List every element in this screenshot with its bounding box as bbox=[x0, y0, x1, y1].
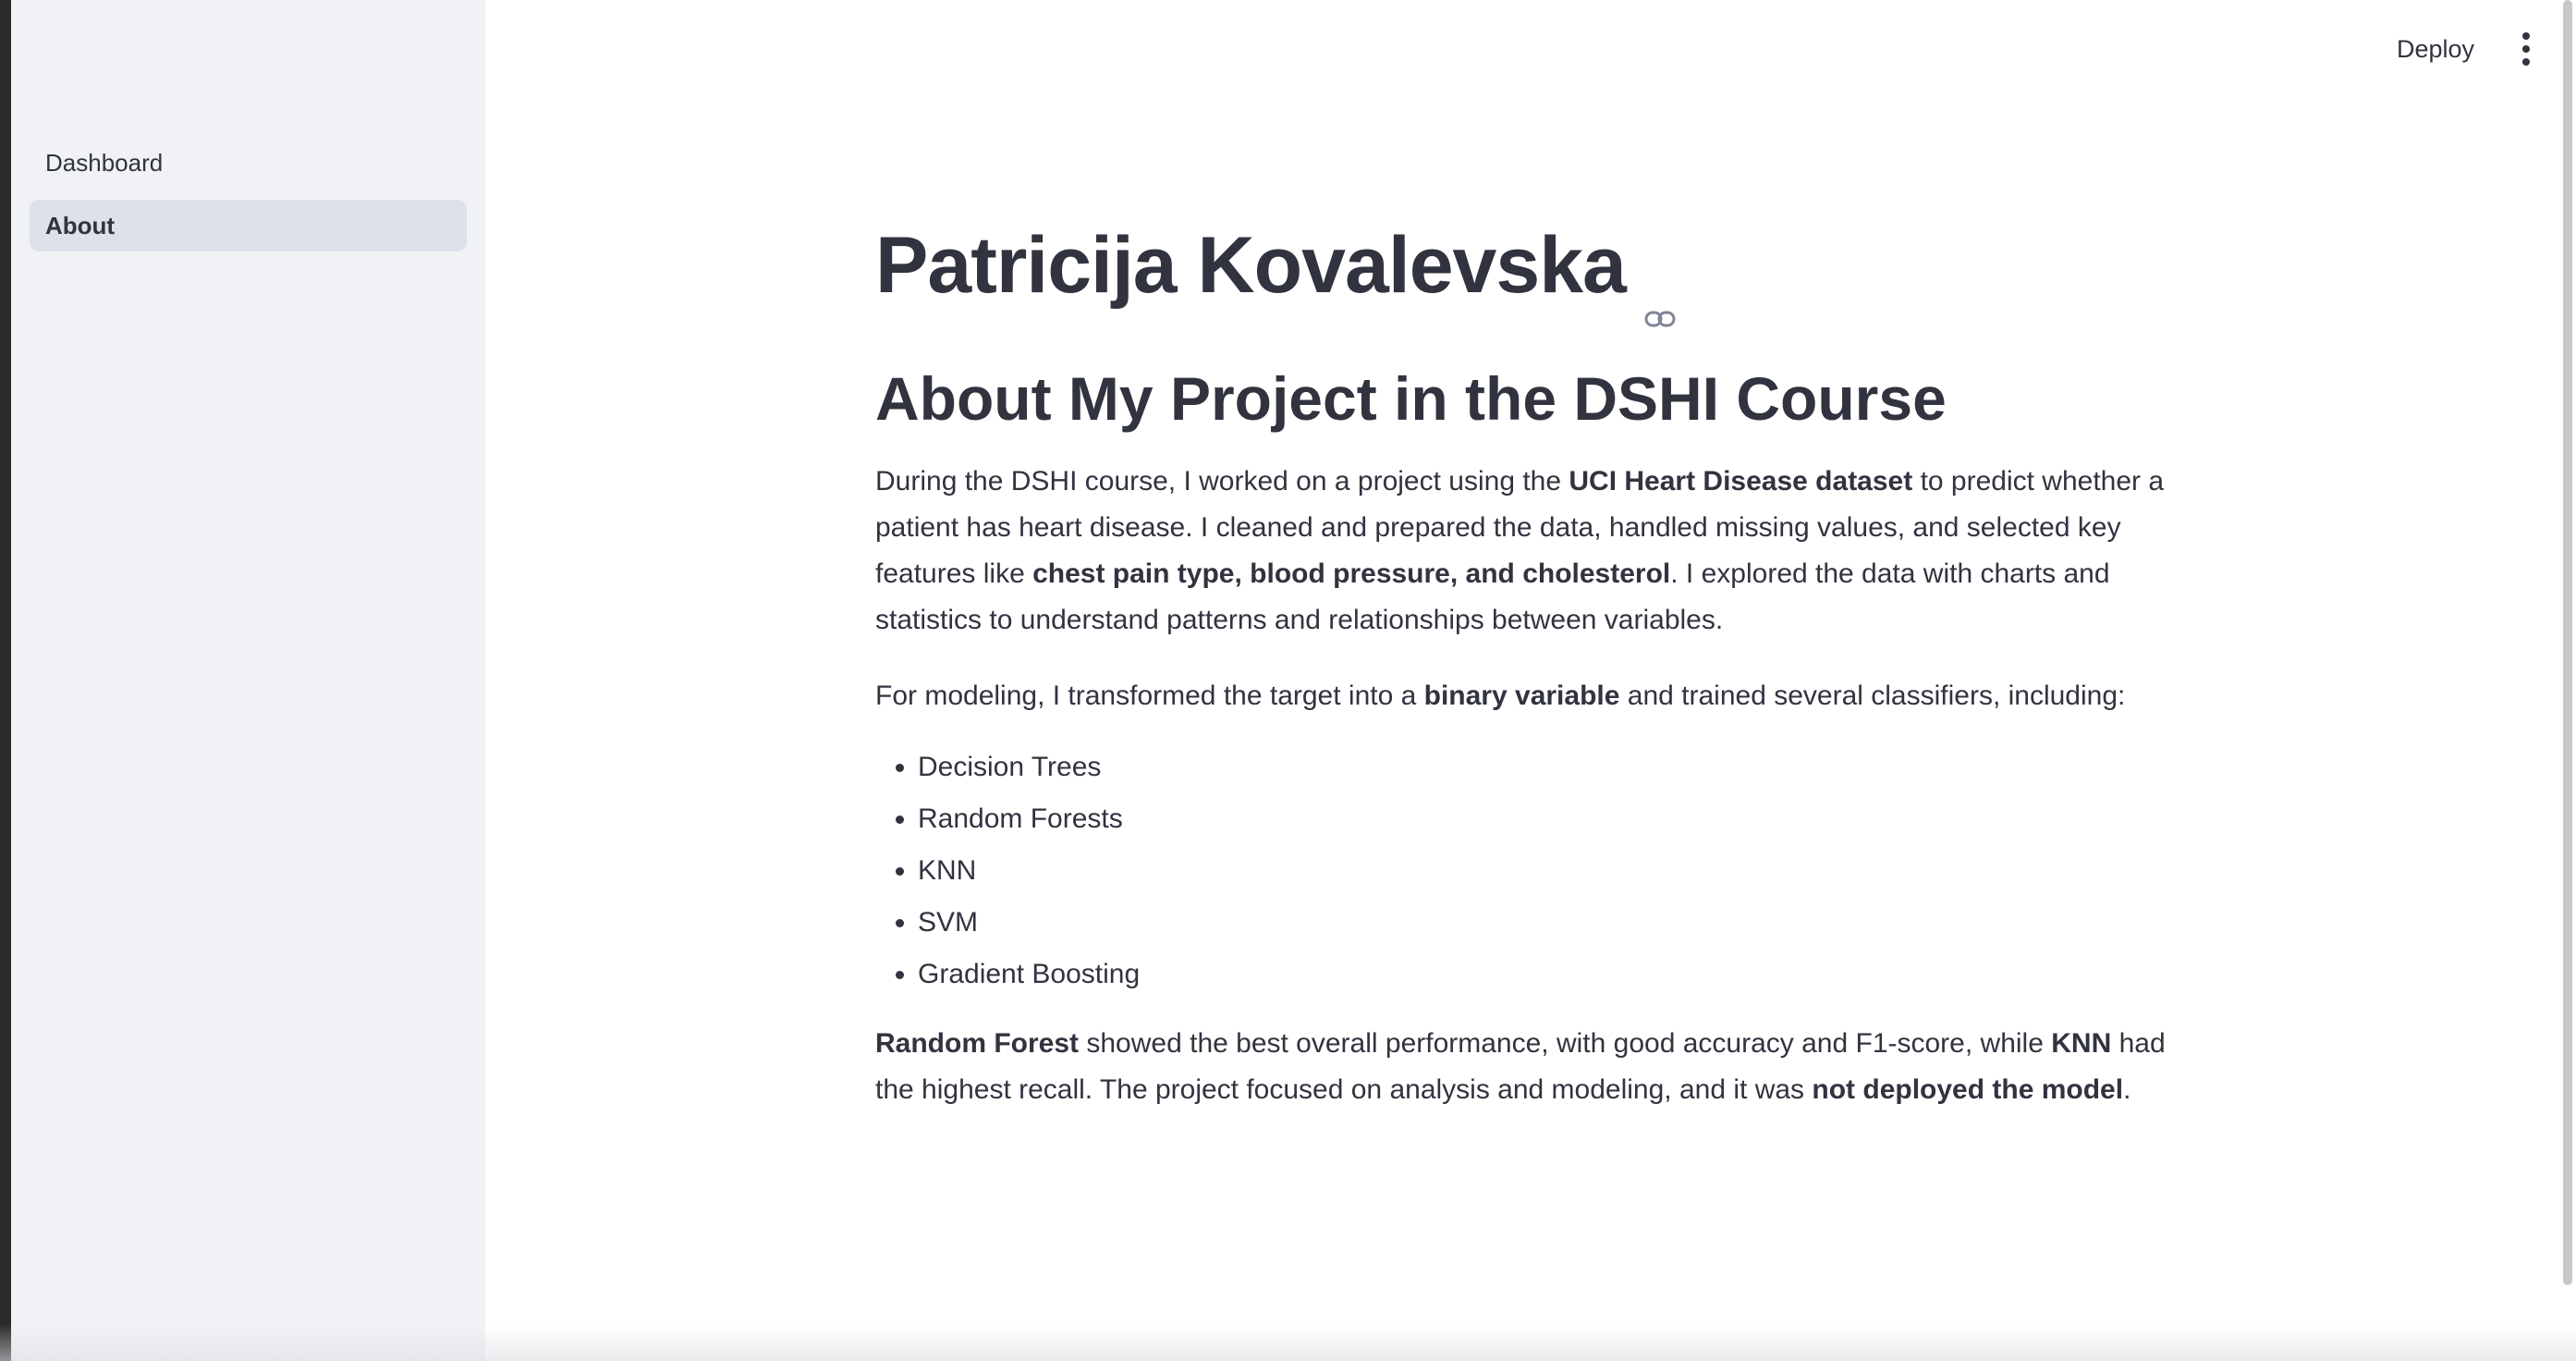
paragraph-results: Random Forest showed the best overall pe… bbox=[875, 1021, 2169, 1113]
bottom-shadow bbox=[0, 1324, 2576, 1361]
list-item: KNN bbox=[918, 845, 2169, 897]
page-body: Patricija Kovalevska About My Project in… bbox=[875, 205, 2169, 1113]
list-item: Gradient Boosting bbox=[918, 949, 2169, 1000]
bold-text: binary variable bbox=[1423, 680, 1620, 711]
text-span: . bbox=[2123, 1074, 2131, 1105]
paragraph-modeling: For modeling, I transformed the target i… bbox=[875, 673, 2169, 719]
text-span: and trained several classifiers, includi… bbox=[1619, 680, 2126, 711]
list-item: SVM bbox=[918, 897, 2169, 949]
page-title-text: Patricija Kovalevska bbox=[875, 220, 1627, 310]
bold-text: UCI Heart Disease dataset bbox=[1569, 466, 1913, 497]
deploy-button[interactable]: Deploy bbox=[2380, 28, 2491, 71]
page-title: Patricija Kovalevska bbox=[875, 205, 2169, 327]
bold-text: not deployed the model bbox=[1812, 1074, 2124, 1105]
text-span: For modeling, I transformed the target i… bbox=[875, 680, 1424, 711]
more-vertical-icon[interactable] bbox=[2517, 32, 2535, 66]
bold-text: KNN bbox=[2051, 1028, 2112, 1059]
sidebar: Dashboard About bbox=[11, 0, 485, 1361]
scrollbar[interactable] bbox=[2563, 0, 2572, 1285]
paragraph-intro: During the DSHI course, I worked on a pr… bbox=[875, 459, 2169, 644]
bold-text: chest pain type, blood pressure, and cho… bbox=[1032, 558, 1671, 589]
section-heading: About My Project in the DSHI Course bbox=[875, 364, 1947, 433]
link-icon[interactable] bbox=[1644, 256, 1676, 327]
list-item: Random Forests bbox=[918, 793, 2169, 845]
main-content: Deploy Patricija Kovalevska About My Pro… bbox=[485, 0, 2576, 1361]
window-edge bbox=[0, 0, 11, 1361]
classifier-list: Decision Trees Random Forests KNN SVM Gr… bbox=[875, 742, 2169, 1000]
text-span: During the DSHI course, I worked on a pr… bbox=[875, 466, 1569, 497]
sidebar-item-dashboard[interactable]: Dashboard bbox=[30, 137, 467, 189]
list-item: Decision Trees bbox=[918, 742, 2169, 793]
text-span: showed the best overall performance, wit… bbox=[1079, 1028, 2052, 1059]
toolbar: Deploy bbox=[2380, 26, 2535, 72]
bold-text: Random Forest bbox=[875, 1028, 1080, 1059]
sidebar-nav: Dashboard About bbox=[30, 137, 467, 263]
sidebar-item-about[interactable]: About bbox=[30, 200, 467, 251]
